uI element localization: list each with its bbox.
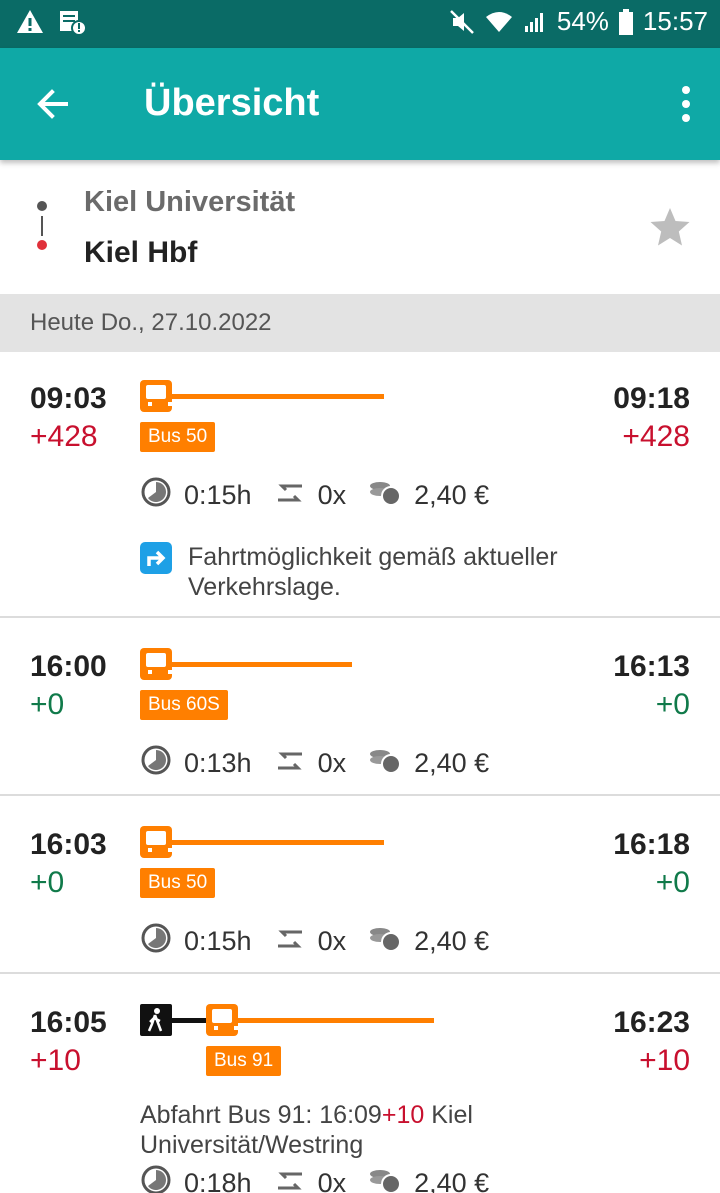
sim-alert-icon <box>58 8 87 41</box>
mute-icon <box>449 9 475 35</box>
app-bar: Übersicht <box>0 48 720 160</box>
arrow-left-icon <box>37 89 68 119</box>
trip-row[interactable]: 16:00 +0 Bus 60S 16:13 +0 0:13h 0x 2,40 … <box>0 618 720 796</box>
trip-stats: 0:15h 0x 2,40 € <box>140 476 489 515</box>
coins-icon <box>368 746 402 781</box>
transfer-icon <box>274 1166 306 1193</box>
changes: 0x <box>317 1168 347 1193</box>
departure-info-delay: +10 <box>381 1101 425 1129</box>
departure-delay: +0 <box>30 866 65 899</box>
route-line-icon <box>34 200 50 259</box>
warning-icon <box>16 8 44 41</box>
line-badge: Bus 50 <box>140 868 216 898</box>
clock-icon <box>140 922 172 961</box>
coins-icon <box>368 478 402 513</box>
bus-icon <box>140 648 172 680</box>
transfer-icon <box>274 924 306 959</box>
route-bar <box>172 394 384 399</box>
arrival-delay: +428 <box>622 420 690 453</box>
trip-row[interactable]: 16:03 +0 Bus 50 16:18 +0 0:15h 0x 2,40 € <box>0 796 720 974</box>
status-bar: 54% 15:57 <box>0 0 720 48</box>
coins-icon <box>368 1166 402 1193</box>
destination-stop: Kiel Hbf <box>84 236 198 269</box>
page-title: Übersicht <box>144 82 320 124</box>
departure-info: Abfahrt Bus 91: 16:09+10 Kiel Universitä… <box>140 1100 680 1160</box>
arrival-time: 09:18 <box>613 382 690 415</box>
bus-icon <box>140 380 172 412</box>
more-options-button[interactable] <box>678 84 694 124</box>
transfer-icon <box>274 746 306 781</box>
route-bar <box>172 840 384 845</box>
line-badge: Bus 91 <box>206 1046 282 1076</box>
more-vert-icon <box>682 86 690 122</box>
trip-row[interactable]: 16:05 +10 Bus 91 16:23 +10 Abfahrt Bus 9… <box>0 974 720 1193</box>
departure-delay: +428 <box>30 420 98 453</box>
price: 2,40 € <box>414 926 490 956</box>
changes: 0x <box>317 480 347 510</box>
duration: 0:13h <box>184 748 252 778</box>
trip-note: Fahrtmöglichkeit gemäß aktueller Verkehr… <box>188 543 558 601</box>
arrival-time: 16:23 <box>613 1006 690 1039</box>
arrival-time: 16:13 <box>613 650 690 683</box>
walk-bar <box>172 1018 206 1023</box>
departure-time: 16:00 <box>30 650 107 683</box>
duration: 0:18h <box>184 1168 252 1193</box>
departure-delay: +10 <box>30 1044 81 1077</box>
departure-time: 09:03 <box>30 382 107 415</box>
clock-icon <box>140 476 172 515</box>
route-bar <box>172 662 352 667</box>
changes: 0x <box>317 748 347 778</box>
price: 2,40 € <box>414 480 490 510</box>
price: 2,40 € <box>414 1168 490 1193</box>
reroute-icon <box>140 542 172 574</box>
arrival-time: 16:18 <box>613 828 690 861</box>
origin-stop: Kiel Universität <box>84 186 296 218</box>
route-bar <box>238 1018 434 1023</box>
date-label: Heute Do., 27.10.2022 <box>30 309 272 336</box>
departure-delay: +0 <box>30 688 65 721</box>
bus-icon <box>140 826 172 858</box>
duration: 0:15h <box>184 926 252 956</box>
duration: 0:15h <box>184 480 252 510</box>
clock: 15:57 <box>642 6 708 36</box>
price: 2,40 € <box>414 748 490 778</box>
clock-icon <box>140 1164 172 1193</box>
departure-time: 16:03 <box>30 828 107 861</box>
favorite-star-icon[interactable] <box>648 206 692 253</box>
signal-icon <box>523 10 547 34</box>
transfer-icon <box>274 478 306 513</box>
arrival-delay: +0 <box>655 866 690 899</box>
trip-row[interactable]: 09:03 +428 Bus 50 09:18 +428 0:15h 0x 2,… <box>0 352 720 618</box>
wifi-icon <box>485 10 513 34</box>
walk-icon <box>140 1004 172 1036</box>
departure-time: 16:05 <box>30 1006 107 1039</box>
arrival-delay: +0 <box>655 688 690 721</box>
line-badge: Bus 60S <box>140 690 228 720</box>
line-badge: Bus 50 <box>140 422 216 452</box>
clock-icon <box>140 744 172 783</box>
arrival-delay: +10 <box>639 1044 690 1077</box>
battery-icon <box>618 8 633 35</box>
trip-stats: 0:18h 0x 2,40 € <box>140 1164 489 1193</box>
back-button[interactable] <box>30 82 82 126</box>
battery-percent: 54% <box>556 6 609 36</box>
date-header: Heute Do., 27.10.2022 <box>0 294 720 352</box>
coins-icon <box>368 924 402 959</box>
trip-stats: 0:15h 0x 2,40 € <box>140 922 489 961</box>
changes: 0x <box>317 926 347 956</box>
bus-icon <box>206 1004 238 1036</box>
departure-info-text: Abfahrt Bus 91: 16:09 <box>140 1101 382 1129</box>
trip-stats: 0:13h 0x 2,40 € <box>140 744 489 783</box>
